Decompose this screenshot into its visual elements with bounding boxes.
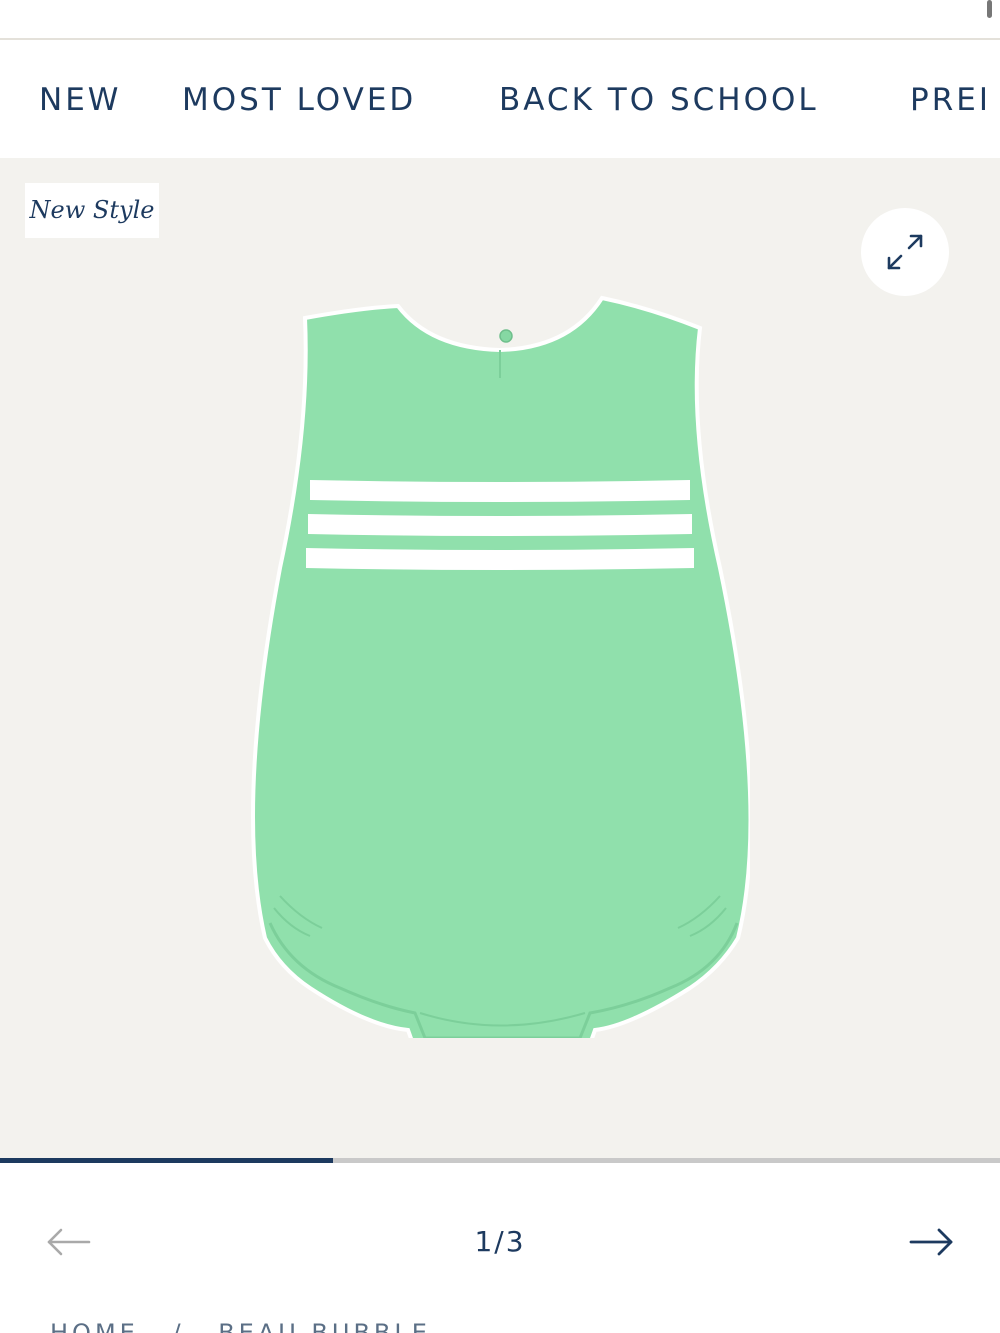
scrollbar[interactable] xyxy=(987,0,992,18)
nav-item-most-loved[interactable]: MOST LOVED xyxy=(182,80,416,120)
top-bar xyxy=(0,0,1000,40)
product-page: NEW MOST LOVED BACK TO SCHOOL PREI New S… xyxy=(0,0,1000,1333)
next-button[interactable] xyxy=(907,1222,955,1262)
category-nav: NEW MOST LOVED BACK TO SCHOOL PREI xyxy=(0,40,1000,158)
expand-button[interactable] xyxy=(861,208,949,296)
new-style-badge: New Style xyxy=(25,183,159,238)
nav-item-back-to-school[interactable]: BACK TO SCHOOL xyxy=(499,80,819,120)
breadcrumb: HOME / BEAU BUBBLE xyxy=(50,1318,431,1333)
prev-button[interactable] xyxy=(45,1222,93,1262)
breadcrumb-current: BEAU BUBBLE xyxy=(218,1319,431,1333)
breadcrumb-home[interactable]: HOME xyxy=(50,1318,139,1333)
page-counter: 1/3 xyxy=(474,1225,526,1258)
nav-item-prei[interactable]: PREI xyxy=(910,80,991,120)
gallery-progress-track xyxy=(0,1158,1000,1163)
product-gallery[interactable]: New Style xyxy=(0,158,1000,1158)
arrow-right-icon xyxy=(909,1228,953,1256)
nav-item-new[interactable]: NEW xyxy=(39,80,121,120)
gallery-progress-fill xyxy=(0,1158,334,1163)
breadcrumb-separator: / xyxy=(172,1319,185,1333)
expand-arrows-icon xyxy=(887,234,923,270)
product-image xyxy=(251,295,750,1038)
arrow-left-icon xyxy=(47,1228,91,1256)
